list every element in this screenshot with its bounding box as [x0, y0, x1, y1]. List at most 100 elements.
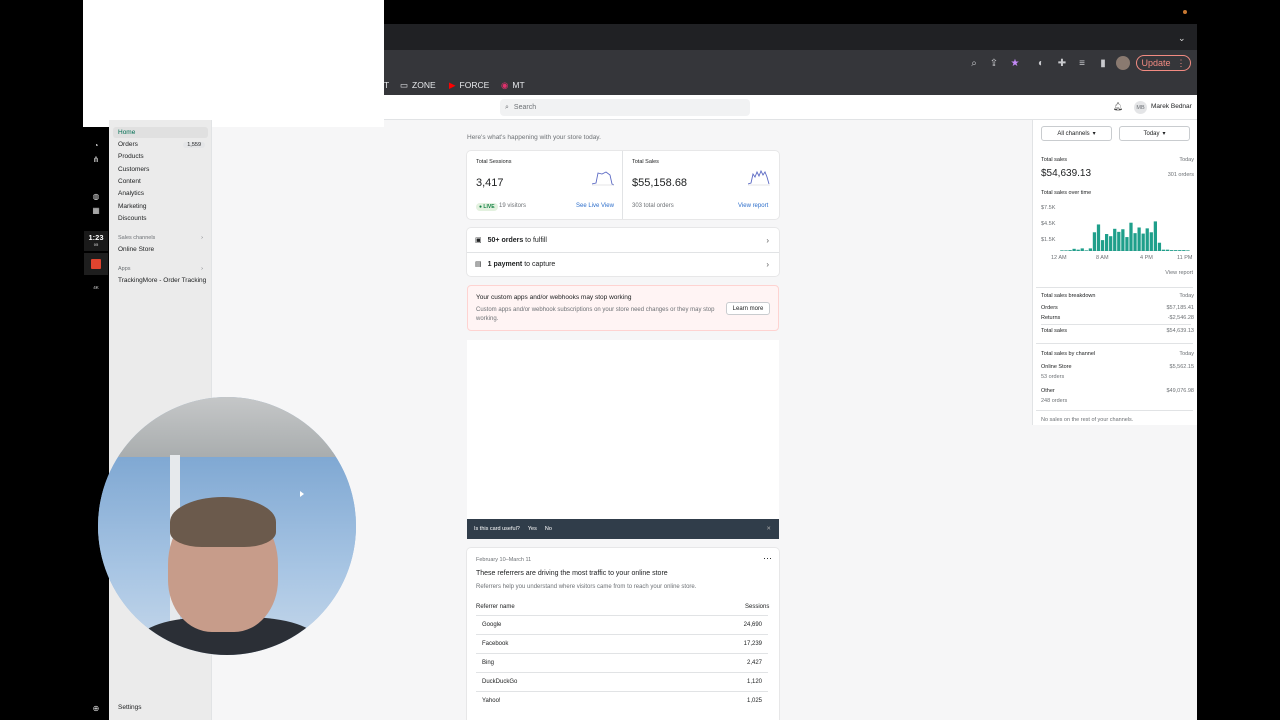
view-report-link[interactable]: View report	[738, 203, 768, 209]
total-sales-value: $54,639.13	[1041, 168, 1092, 179]
table-row: DuckDuckGo 1,120	[476, 672, 768, 691]
sidebar-item-online-store[interactable]: Online Store	[113, 244, 208, 255]
sidebar-item-orders[interactable]: Orders 1,559	[113, 139, 208, 150]
total-sales-period: Today	[1179, 157, 1194, 163]
channel-name: Online Store	[1041, 364, 1072, 370]
chevron-down-icon[interactable]: ⌄	[1178, 33, 1186, 44]
sidebar-item-customers[interactable]: Customers	[113, 164, 208, 175]
sidebar-item-marketing[interactable]: Marketing	[113, 201, 208, 212]
warning-title: Your custom apps and/or webhooks may sto…	[476, 294, 632, 301]
all-channels-button[interactable]: All channels ▾	[1041, 126, 1112, 141]
breakdown-orders-label: Orders	[1041, 305, 1058, 311]
sessions-value: 3,417	[476, 177, 504, 189]
by-channel-label: Total sales by channel	[1041, 351, 1096, 357]
loading-card	[467, 340, 779, 520]
visitors-count: 19 visitors	[499, 203, 527, 209]
chart-bar	[1080, 248, 1084, 251]
bookmark-item[interactable]: T	[384, 77, 389, 93]
feedback-no-button[interactable]: No	[545, 526, 552, 532]
close-icon[interactable]: ✕	[766, 526, 771, 532]
bookmark-mt[interactable]: ◉ MT	[501, 77, 525, 93]
sidebar-item-settings[interactable]: Settings	[113, 702, 208, 713]
chart-bar	[1174, 250, 1178, 251]
orders-to-fulfill-row[interactable]: ▣ 50+ orders to fulfill ›	[467, 228, 779, 252]
webcam-person-hair	[170, 497, 276, 547]
stop-recording-button[interactable]	[84, 253, 108, 275]
total-sales-label: Total sales	[1041, 157, 1067, 163]
extension-icon[interactable]: ◐	[1034, 56, 1048, 70]
x-tick-label: 4 PM	[1140, 255, 1153, 261]
no-sales-note: No sales on the rest of your channels.	[1041, 417, 1134, 423]
chart-bar	[1076, 249, 1080, 251]
table-row: Google 24,690	[476, 615, 768, 634]
intro-text: Here's what's happening with your store …	[467, 134, 601, 141]
add-icon[interactable]: ⊕	[88, 702, 104, 714]
chevron-right-icon: ›	[201, 265, 203, 272]
apps-header[interactable]: Apps ›	[113, 263, 208, 274]
chart-bar	[1153, 221, 1157, 251]
chart-bar	[1137, 227, 1141, 251]
payment-to-capture-row[interactable]: ▤ 1 payment to capture ›	[467, 252, 779, 276]
profile-icon[interactable]	[1116, 56, 1130, 70]
breakdown-returns-value: -$2,546.28	[1167, 315, 1194, 321]
feedback-question: Is this card useful?	[474, 526, 520, 532]
caret-down-icon: ▾	[1162, 131, 1166, 137]
search-input[interactable]: ⌕ Search	[500, 99, 750, 116]
camera-icon[interactable]: ◍	[88, 190, 104, 202]
bell-icon[interactable]: 🔔︎	[1113, 102, 1123, 111]
sessions-label: Total Sessions	[476, 159, 512, 165]
sidebar-item-products[interactable]: Products	[113, 151, 208, 162]
chart-bar	[1182, 250, 1186, 251]
share-icon[interactable]: ⇪	[987, 56, 1001, 70]
breakdown-label: Total sales breakdown	[1041, 293, 1096, 299]
date-range-button[interactable]: Today ▾	[1119, 126, 1190, 141]
nodes-icon[interactable]: ⋔	[88, 153, 104, 165]
chart-bar	[1088, 248, 1092, 251]
chart-bar	[1145, 228, 1149, 251]
referrers-subtitle: Referrers help you understand where visi…	[476, 584, 697, 590]
channel-orders: 248 orders	[1041, 398, 1068, 404]
bookmark-zone[interactable]: ▭ ZONE	[400, 77, 436, 93]
sidebar-item-trackingmore[interactable]: TrackingMore - Order Tracking	[113, 275, 208, 286]
y-tick-label: $1.5K	[1041, 237, 1056, 243]
chart-bar	[1092, 232, 1097, 251]
by-channel-period: Today	[1179, 351, 1194, 357]
chart-bar	[1084, 250, 1088, 251]
chart-bar	[1129, 222, 1133, 251]
sidebar-item-home[interactable]: Home	[113, 127, 208, 138]
sidebar-item-discounts[interactable]: Discounts	[113, 213, 208, 224]
more-vert-icon: ⋮	[1176, 57, 1186, 68]
learn-more-button[interactable]: Learn more	[726, 302, 770, 315]
store-icon[interactable]: ▦	[88, 204, 104, 216]
sidebar-item-content[interactable]: Content	[113, 176, 208, 187]
gauge-icon[interactable]: ◔	[88, 139, 104, 151]
chart-bar	[1178, 250, 1182, 251]
sessions-sparkline	[592, 171, 614, 186]
chart-bar	[1186, 250, 1190, 251]
reading-list-icon[interactable]: ≡	[1075, 56, 1089, 70]
star-icon[interactable]: ★	[1008, 56, 1022, 70]
see-live-view-link[interactable]: See Live View	[576, 203, 614, 209]
breakdown-returns-label: Returns	[1041, 315, 1061, 321]
avatar[interactable]: MB	[1134, 101, 1147, 114]
recording-timer: 1:23 05	[84, 231, 108, 251]
webcam-blind	[98, 397, 356, 457]
x-tick-label: 8 AM	[1096, 255, 1109, 261]
folder-icon: ▭	[400, 79, 409, 90]
sidebar-item-analytics[interactable]: Analytics	[113, 188, 208, 199]
zoom-icon[interactable]: ⌕	[967, 56, 981, 70]
bookmark-force[interactable]: ▶ FORCE	[449, 77, 489, 93]
puzzle-icon[interactable]: ✚	[1055, 56, 1069, 70]
blank-overlay	[83, 0, 384, 127]
more-horiz-icon[interactable]: ⋯	[763, 553, 772, 564]
sales-channels-header[interactable]: Sales channels ›	[113, 232, 208, 243]
view-report-link[interactable]: View report	[1165, 270, 1193, 276]
feedback-yes-button[interactable]: Yes	[528, 526, 537, 532]
caret-down-icon: ▾	[1092, 131, 1096, 137]
user-name[interactable]: Marek Bednar	[1151, 103, 1192, 110]
update-button[interactable]: Update ⋮	[1136, 55, 1191, 71]
sales-over-time-label: Total sales over time	[1041, 190, 1092, 196]
chart-bar	[1068, 250, 1072, 251]
chevron-right-icon: ›	[201, 234, 203, 241]
side-panel-icon[interactable]: ▮	[1096, 56, 1110, 70]
